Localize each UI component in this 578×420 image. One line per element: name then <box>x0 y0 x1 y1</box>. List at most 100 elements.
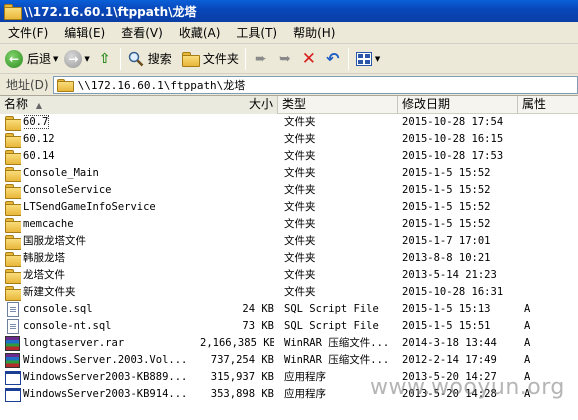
menu-favorites[interactable]: 收藏(A) <box>171 22 229 44</box>
search-icon <box>127 50 145 68</box>
back-arrow-icon: ← <box>5 49 23 68</box>
file-modified: 2015-10-28 16:31 <box>402 286 504 298</box>
menu-tools[interactable]: 工具(T) <box>228 22 285 44</box>
file-row[interactable]: 国服龙塔文件 文件夹 2015-1-7 17:01 <box>0 233 578 250</box>
file-row[interactable]: 新建文件夹 文件夹 2015-10-28 16:31 <box>0 284 578 301</box>
toolbar-separator <box>119 47 121 70</box>
column-header-modified[interactable]: 修改日期 <box>398 96 518 114</box>
column-name-label: 名称 <box>4 97 29 111</box>
file-row[interactable]: console-nt.sql 73 KB SQL Script File 2015-1… <box>0 318 578 335</box>
folder-icon <box>5 235 21 250</box>
back-button[interactable]: ← 后退 ▼ <box>2 47 61 71</box>
file-type: 文件夹 <box>284 269 316 281</box>
file-name: console-nt.sql <box>23 320 112 332</box>
file-row[interactable]: 60.12 文件夹 2015-10-28 16:15 <box>0 131 578 148</box>
file-row[interactable]: longtaserver.rar 2,166,385 KB WinRAR 压缩文件.… <box>0 335 578 352</box>
file-type: 应用程序 <box>284 371 326 383</box>
file-name: 国服龙塔文件 <box>23 235 86 247</box>
file-modified: 2015-1-5 15:51 <box>402 320 491 332</box>
folder-icon <box>5 252 21 267</box>
delete-button[interactable]: ✕ <box>297 47 321 71</box>
file-size: 315,937 KB <box>210 371 274 383</box>
file-row[interactable]: memcache 文件夹 2015-1-5 15:52 <box>0 216 578 233</box>
menu-file[interactable]: 文件(F) <box>0 22 56 44</box>
toolbar-separator <box>347 47 349 70</box>
undo-icon: ↶ <box>326 49 340 68</box>
file-type: 文件夹 <box>284 167 316 179</box>
up-folder-button[interactable]: ⇧ <box>93 47 117 71</box>
file-row[interactable]: Console_Main 文件夹 2015-1-5 15:52 <box>0 165 578 182</box>
column-header-type[interactable]: 类型 <box>278 96 398 114</box>
menu-view[interactable]: 查看(V) <box>113 22 171 44</box>
folder-icon <box>56 78 74 93</box>
folder-icon <box>5 150 21 165</box>
file-name: 60.14 <box>23 150 55 162</box>
watermark-text: www.wooyun.org <box>370 375 565 400</box>
file-modified: 2015-1-7 17:01 <box>402 235 491 247</box>
views-dropdown-icon[interactable]: ▼ <box>375 55 380 63</box>
folders-button[interactable]: 文件夹 <box>179 47 242 71</box>
folder-icon <box>5 167 21 182</box>
file-row[interactable]: ConsoleService 文件夹 2015-1-5 15:52 <box>0 182 578 199</box>
sql-file-icon <box>7 302 19 317</box>
file-modified: 2015-1-5 15:52 <box>402 184 491 196</box>
file-modified: 2014-3-18 13:44 <box>402 337 497 349</box>
file-modified: 2012-2-14 17:49 <box>402 354 497 366</box>
undo-button[interactable]: ↶ <box>321 47 345 71</box>
file-row[interactable]: 韩服龙塔 文件夹 2013-8-8 10:21 <box>0 250 578 267</box>
file-list[interactable]: 名称 ▲ 大小 类型 修改日期 属性 60.7 文件夹 2015-10-28 17:… <box>0 96 578 420</box>
folder-icon <box>5 218 21 233</box>
move-to-button[interactable]: ➨ <box>249 47 273 71</box>
file-name: memcache <box>23 218 74 230</box>
search-button-label: 搜索 <box>147 52 172 66</box>
column-header-size[interactable]: 大小 <box>209 96 278 114</box>
rar-archive-icon <box>5 336 20 351</box>
file-size: 73 KB <box>242 320 274 332</box>
forward-button[interactable]: → ▼ <box>61 47 92 71</box>
file-type: SQL Script File <box>284 320 379 332</box>
file-row[interactable]: Windows.Server.2003.Vol... 737,254 KB WinR… <box>0 352 578 369</box>
file-rows: 60.7 文件夹 2015-10-28 17:54 60.12 文件夹 2015-10-2… <box>0 114 578 403</box>
file-row[interactable]: console.sql 24 KB SQL Script File 2015-1-5 … <box>0 301 578 318</box>
views-button[interactable]: ▼ <box>352 47 383 71</box>
file-modified: 2015-10-28 17:54 <box>402 116 504 128</box>
address-bar: 地址(D) \\172.16.60.1\ftppath\龙塔 <box>0 74 578 96</box>
column-header-attributes[interactable]: 属性 <box>518 96 578 114</box>
folder-icon <box>5 201 21 216</box>
menu-help[interactable]: 帮助(H) <box>285 22 343 44</box>
file-row[interactable]: 60.14 文件夹 2015-10-28 17:53 <box>0 148 578 165</box>
menu-edit[interactable]: 编辑(E) <box>56 22 113 44</box>
copy-to-button[interactable]: ➥ <box>273 47 297 71</box>
address-label: 地址(D) <box>6 78 49 92</box>
file-row[interactable]: 龙塔文件 文件夹 2013-5-14 21:23 <box>0 267 578 284</box>
file-modified: 2015-10-28 16:15 <box>402 133 504 145</box>
folders-button-label: 文件夹 <box>202 52 239 66</box>
sql-file-icon <box>7 319 19 334</box>
file-modified: 2015-1-5 15:52 <box>402 218 491 230</box>
folder-icon <box>5 116 21 131</box>
file-row[interactable]: LTSendGameInfoService 文件夹 2015-1-5 15:52 <box>0 199 578 216</box>
file-attributes: A <box>524 354 531 366</box>
file-size: 24 KB <box>242 303 274 315</box>
folder-icon <box>5 133 21 148</box>
executable-icon <box>5 387 21 402</box>
address-value: \\172.16.60.1\ftppath\龙塔 <box>77 78 246 92</box>
back-dropdown-icon[interactable]: ▼ <box>53 55 58 63</box>
file-attributes: A <box>524 303 531 315</box>
file-name: 韩服龙塔 <box>23 252 65 264</box>
views-grid-icon <box>355 50 373 68</box>
search-button[interactable]: 搜索 <box>124 47 175 71</box>
file-name: ConsoleService <box>23 184 112 196</box>
file-type: 文件夹 <box>284 286 316 298</box>
address-input[interactable]: \\172.16.60.1\ftppath\龙塔 <box>52 75 578 94</box>
sort-ascending-icon: ▲ <box>35 101 42 110</box>
executable-icon <box>5 370 21 385</box>
file-modified: 2015-10-28 17:53 <box>402 150 504 162</box>
file-type: WinRAR 压缩文件... <box>284 354 390 366</box>
copy-to-icon: ➥ <box>278 50 291 67</box>
file-type: 文件夹 <box>284 184 316 196</box>
file-name: longtaserver.rar <box>23 337 125 349</box>
folders-icon <box>181 52 200 67</box>
file-row[interactable]: 60.7 文件夹 2015-10-28 17:54 <box>0 114 578 131</box>
forward-dropdown-icon[interactable]: ▼ <box>84 55 89 63</box>
